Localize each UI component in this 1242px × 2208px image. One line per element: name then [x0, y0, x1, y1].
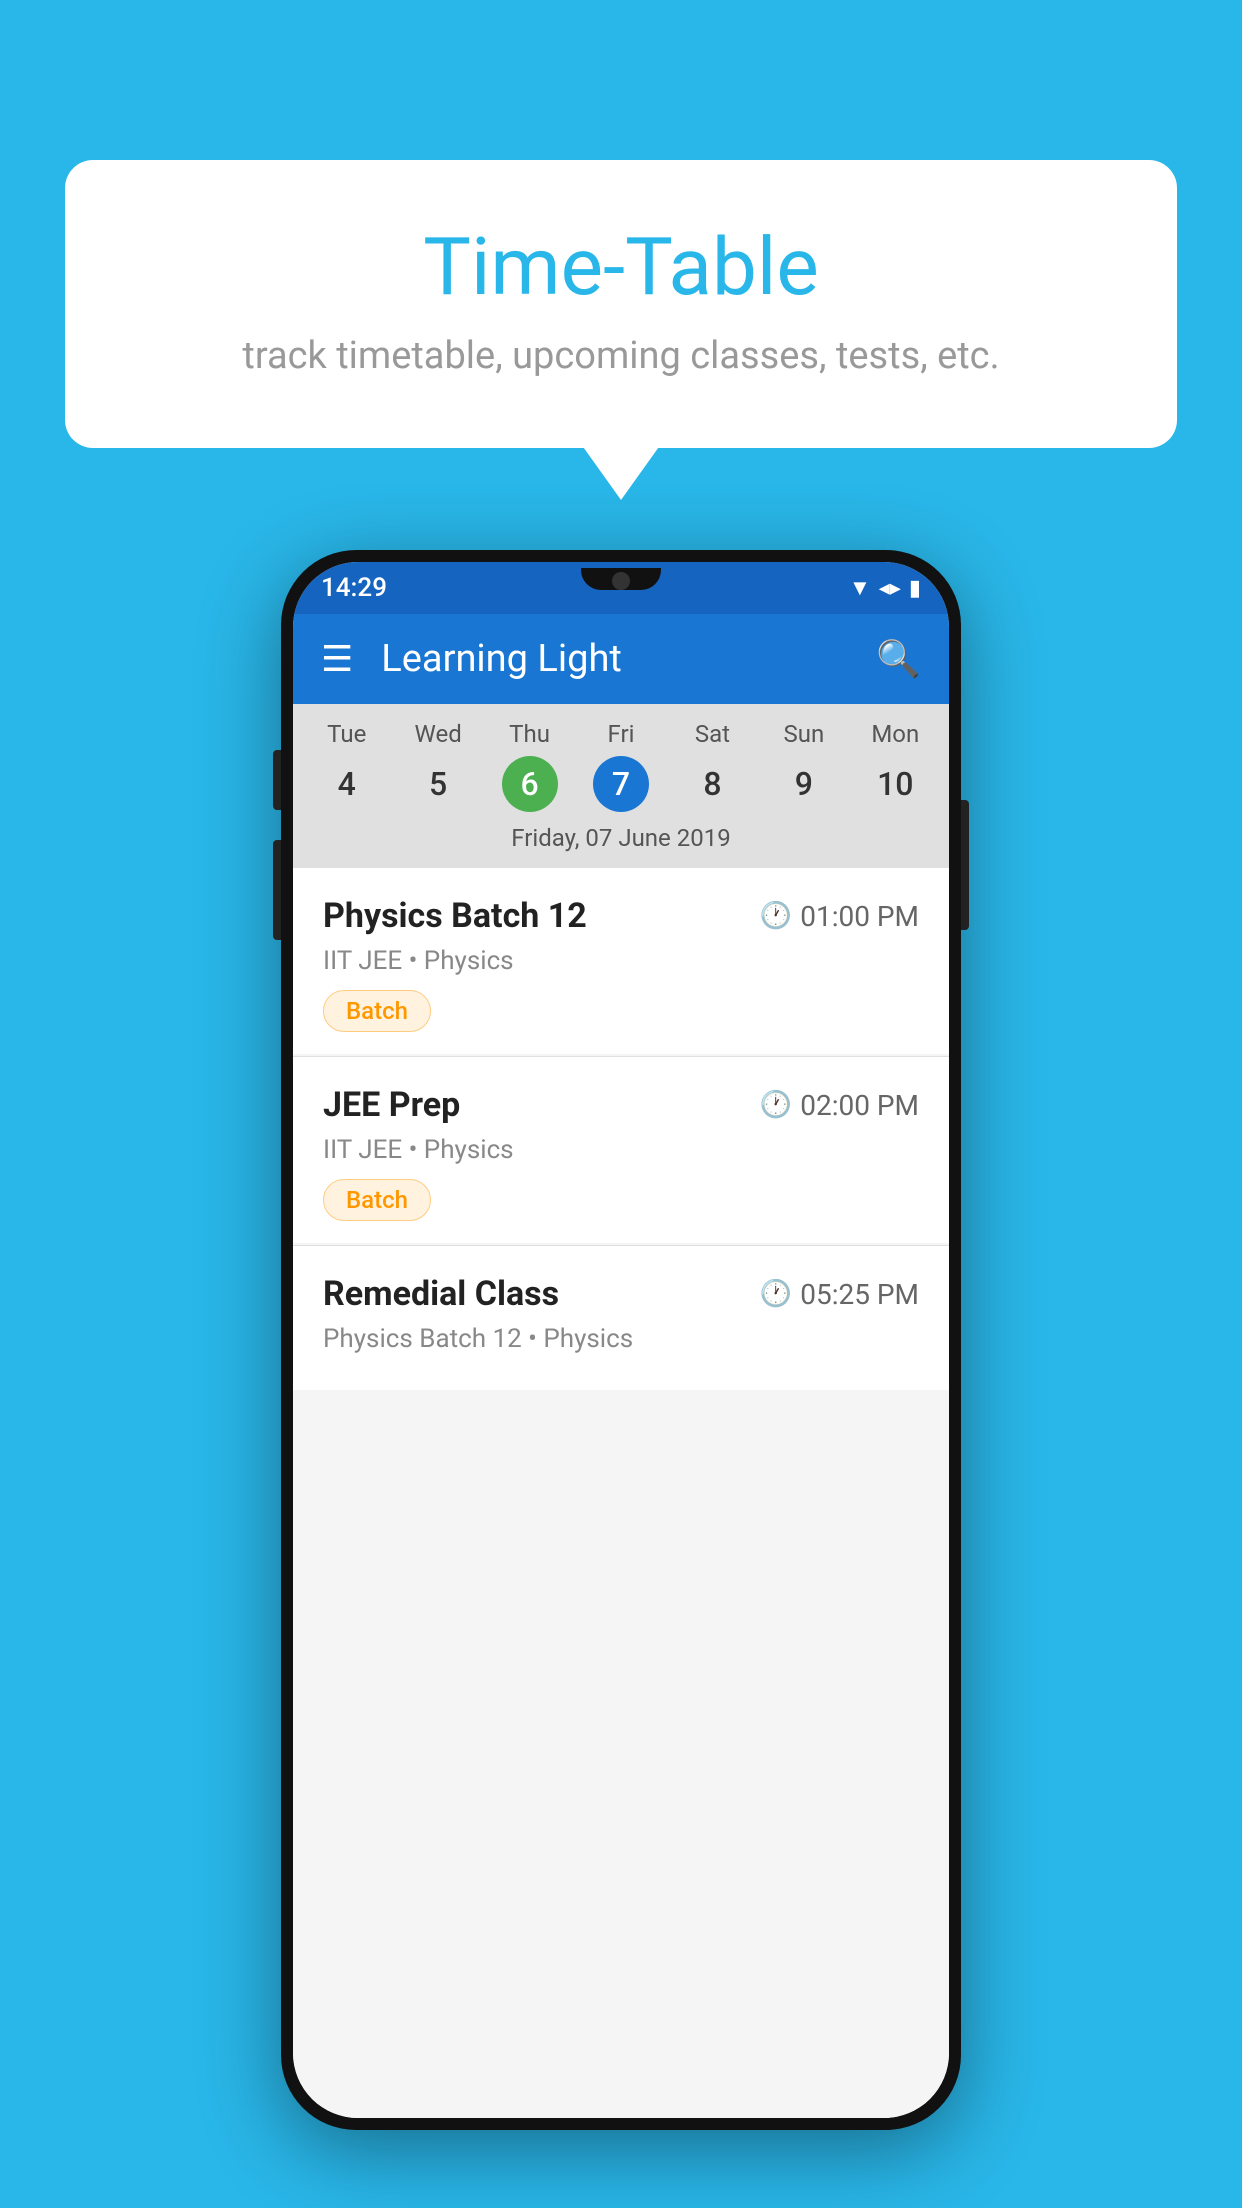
- schedule-item-2-time: 🕐 02:00 PM: [760, 1089, 919, 1122]
- battery-icon: ▮: [909, 576, 921, 601]
- day-name-mon[interactable]: Mon: [850, 720, 941, 756]
- status-icons: ▼ ◂▸ ▮: [849, 575, 921, 601]
- phone-frame: 14:29 ▼ ◂▸ ▮ ☰ Learning Light 🔍 Tue Wed …: [281, 550, 961, 2130]
- day-5[interactable]: 5: [392, 756, 483, 812]
- day-6-today[interactable]: 6: [502, 756, 558, 812]
- schedule-item-1-time-label: 01:00 PM: [800, 900, 919, 933]
- schedule-item-2-title: JEE Prep: [323, 1085, 460, 1125]
- schedule-item-2-tag: Batch: [323, 1179, 431, 1221]
- day-9[interactable]: 9: [758, 756, 849, 812]
- app-title: Learning Light: [381, 637, 876, 681]
- status-time: 14:29: [321, 573, 387, 603]
- day-8[interactable]: 8: [667, 756, 758, 812]
- schedule-item-3-time: 🕐 05:25 PM: [760, 1278, 919, 1311]
- day-name-wed[interactable]: Wed: [392, 720, 483, 756]
- phone-camera: [612, 572, 630, 590]
- app-bar: ☰ Learning Light 🔍: [293, 614, 949, 704]
- schedule-item-3[interactable]: Remedial Class 🕐 05:25 PM Physics Batch …: [293, 1246, 949, 1390]
- day-name-sun[interactable]: Sun: [758, 720, 849, 756]
- search-icon[interactable]: 🔍: [876, 638, 921, 680]
- schedule-item-1-title: Physics Batch 12: [323, 896, 587, 936]
- schedule-item-1[interactable]: Physics Batch 12 🕐 01:00 PM IIT JEE • Ph…: [293, 868, 949, 1054]
- signal-icon: ◂▸: [879, 576, 901, 601]
- day-names: Tue Wed Thu Fri Sat Sun Mon: [293, 720, 949, 756]
- day-4[interactable]: 4: [301, 756, 392, 812]
- schedule-item-3-header: Remedial Class 🕐 05:25 PM: [323, 1274, 919, 1314]
- day-10[interactable]: 10: [850, 756, 941, 812]
- calendar-strip: Tue Wed Thu Fri Sat Sun Mon 4 5 6 7 8 9 …: [293, 704, 949, 868]
- phone-button-left-bottom: [273, 840, 281, 940]
- info-card: Time-Table track timetable, upcoming cla…: [65, 160, 1177, 448]
- schedule-item-2-header: JEE Prep 🕐 02:00 PM: [323, 1085, 919, 1125]
- schedule-item-1-tag: Batch: [323, 990, 431, 1032]
- day-7-selected[interactable]: 7: [593, 756, 649, 812]
- hamburger-icon[interactable]: ☰: [321, 638, 353, 680]
- phone-button-right: [961, 800, 969, 930]
- schedule-item-1-subtitle: IIT JEE • Physics: [323, 946, 919, 976]
- card-subtitle: track timetable, upcoming classes, tests…: [115, 334, 1127, 378]
- phone-screen: 14:29 ▼ ◂▸ ▮ ☰ Learning Light 🔍 Tue Wed …: [293, 562, 949, 2118]
- clock-icon-1: 🕐: [760, 901, 792, 931]
- day-name-sat[interactable]: Sat: [667, 720, 758, 756]
- schedule-item-2-subtitle: IIT JEE • Physics: [323, 1135, 919, 1165]
- day-name-fri[interactable]: Fri: [575, 720, 666, 756]
- schedule-list: Physics Batch 12 🕐 01:00 PM IIT JEE • Ph…: [293, 868, 949, 2118]
- selected-date-label: Friday, 07 June 2019: [293, 812, 949, 868]
- clock-icon-2: 🕐: [760, 1090, 792, 1120]
- schedule-item-3-title: Remedial Class: [323, 1274, 559, 1314]
- day-numbers: 4 5 6 7 8 9 10: [293, 756, 949, 812]
- day-name-thu[interactable]: Thu: [484, 720, 575, 756]
- schedule-item-3-subtitle: Physics Batch 12 • Physics: [323, 1324, 919, 1354]
- schedule-item-3-time-label: 05:25 PM: [800, 1278, 919, 1311]
- schedule-item-2[interactable]: JEE Prep 🕐 02:00 PM IIT JEE • Physics Ba…: [293, 1057, 949, 1243]
- schedule-item-1-time: 🕐 01:00 PM: [760, 900, 919, 933]
- clock-icon-3: 🕐: [760, 1279, 792, 1309]
- card-title: Time-Table: [115, 220, 1127, 314]
- phone-button-left-top: [273, 750, 281, 810]
- wifi-icon: ▼: [849, 575, 871, 601]
- schedule-item-2-time-label: 02:00 PM: [800, 1089, 919, 1122]
- day-name-tue[interactable]: Tue: [301, 720, 392, 756]
- schedule-item-1-header: Physics Batch 12 🕐 01:00 PM: [323, 896, 919, 936]
